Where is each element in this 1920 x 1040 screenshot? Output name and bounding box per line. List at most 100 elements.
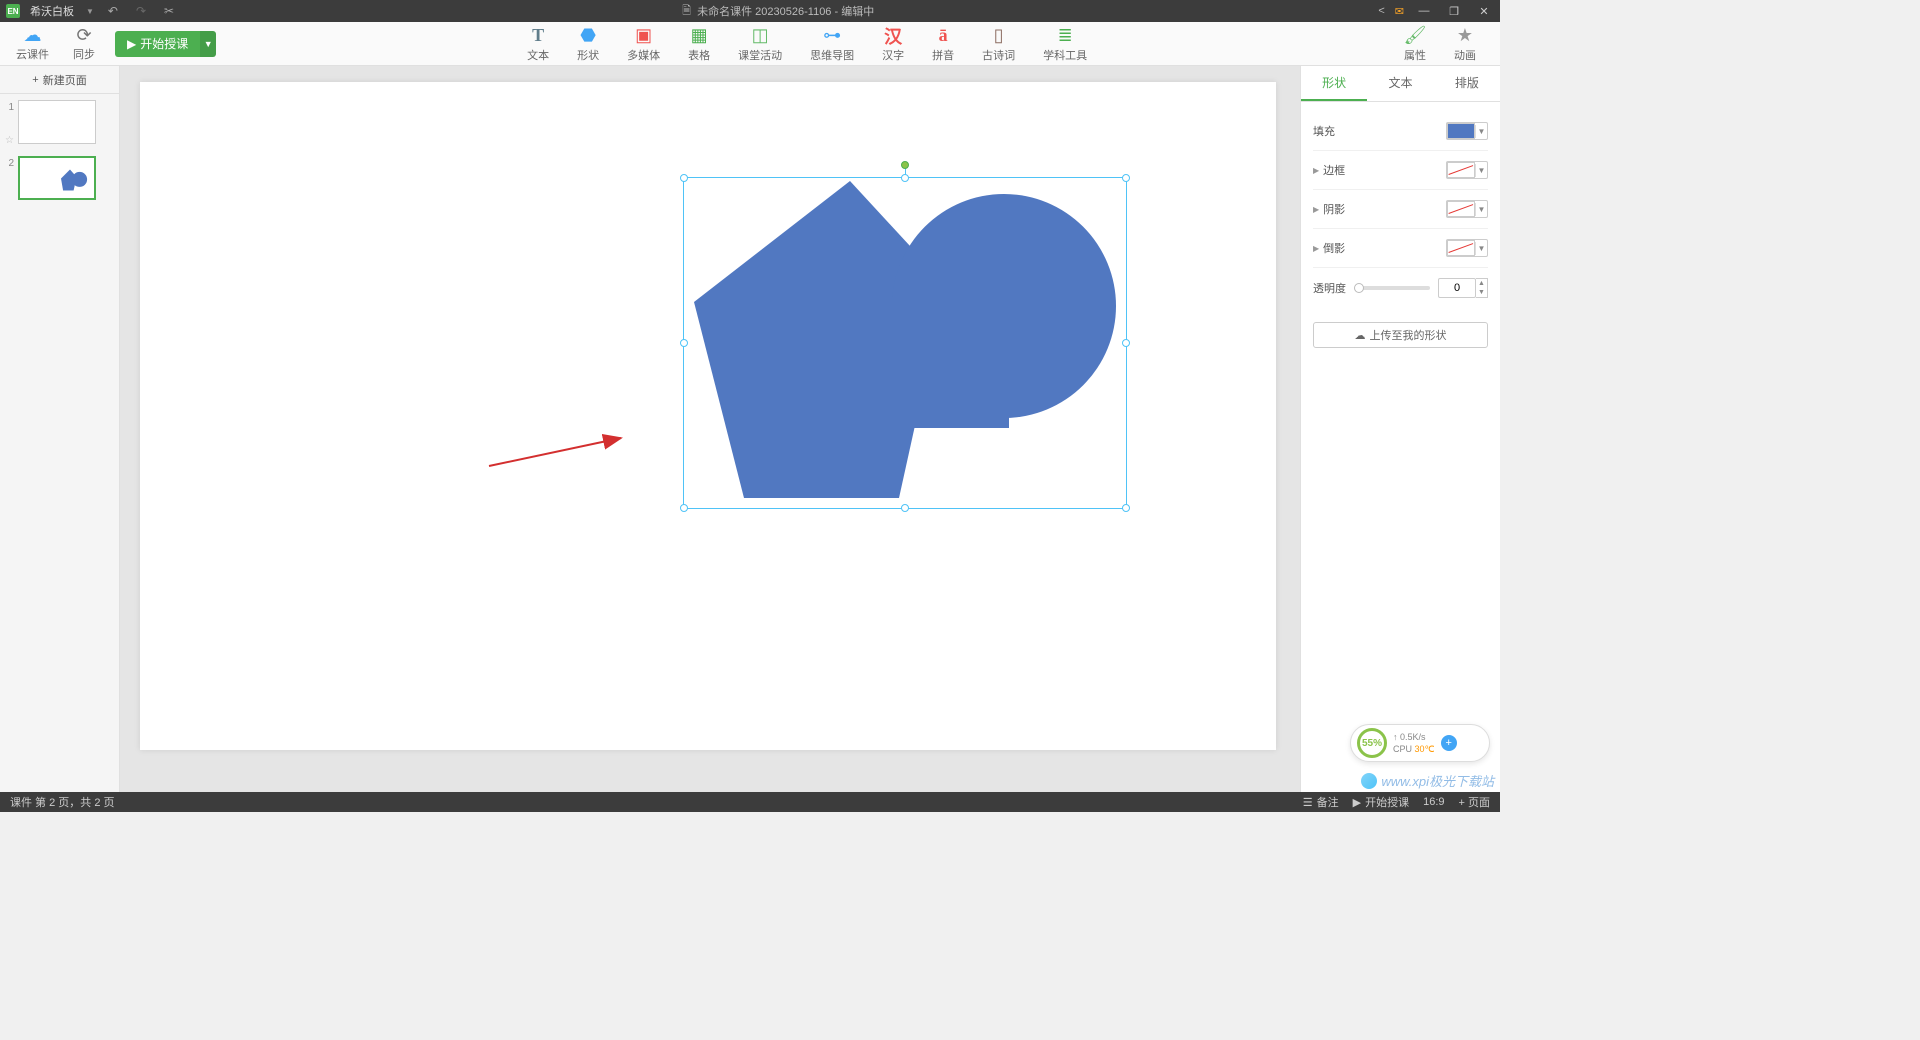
cpu-percent-gauge: 55% — [1357, 728, 1387, 758]
tool-hanzi[interactable]: 汉汉字 — [868, 23, 918, 65]
shape-selection-box[interactable] — [683, 177, 1127, 509]
document-title: 🗎 未命名课件 20230526-1106 - 编辑中 — [178, 2, 1378, 21]
slider-thumb[interactable] — [1354, 283, 1364, 293]
tool-pinyin[interactable]: ā拼音 — [918, 23, 968, 65]
chevron-right-icon: ▶ — [1313, 166, 1319, 175]
upload-shape-label: 上传至我的形状 — [1370, 327, 1447, 343]
chevron-down-icon[interactable]: ▼ — [1476, 288, 1487, 297]
sysmon-plus-button[interactable]: + — [1441, 735, 1457, 751]
ribbon-toolbar: ☁ 云课件 ⟳ 同步 ▶ 开始授课 ▼ T文本 ⬣形状 ▣多媒体 ▦表格 ◫课堂… — [0, 22, 1500, 66]
start-label: 开始授课 — [1365, 794, 1409, 810]
slide-thumbnail-2[interactable]: 2 — [4, 156, 115, 200]
app-name: 希沃白板 — [30, 3, 74, 19]
cut-icon[interactable]: ✂ — [160, 4, 178, 18]
tool-mindmap[interactable]: ⊶思维导图 — [796, 23, 868, 65]
ribbon-attr-button[interactable]: 🖌属性 — [1390, 23, 1440, 65]
title-bar: EN 希沃白板 ▼ ↶ ↷ ✂ 🗎 未命名课件 20230526-1106 - … — [0, 0, 1500, 22]
ribbon-anim-button[interactable]: ★动画 — [1440, 23, 1490, 65]
fill-color-picker[interactable]: ▼ — [1446, 122, 1488, 140]
opacity-input[interactable] — [1438, 278, 1476, 298]
canvas-area[interactable] — [120, 66, 1300, 792]
fill-swatch — [1447, 123, 1475, 139]
slide-number: 2 — [4, 156, 14, 169]
tool-label: 课堂活动 — [738, 47, 782, 63]
aspect-ratio-button[interactable]: 16:9 — [1423, 796, 1444, 808]
reflection-swatch — [1447, 240, 1475, 256]
slide-canvas[interactable] — [140, 82, 1276, 750]
new-page-label: 新建页面 — [43, 72, 87, 88]
system-monitor-widget[interactable]: 55% ↑ 0.5K/s CPU 30℃ + — [1350, 724, 1490, 762]
rotation-handle[interactable] — [901, 161, 909, 169]
tool-activity[interactable]: ◫课堂活动 — [724, 23, 796, 65]
chevron-down-icon: ▼ — [1475, 125, 1487, 138]
undo-icon[interactable]: ↶ — [104, 4, 122, 18]
tool-table[interactable]: ▦表格 — [674, 23, 724, 65]
tab-text[interactable]: 文本 — [1367, 66, 1433, 101]
upload-shape-button[interactable]: ☁ 上传至我的形状 — [1313, 322, 1488, 348]
minimize-button[interactable]: — — [1414, 5, 1434, 17]
add-page-button[interactable]: + 页面 — [1459, 794, 1490, 810]
chevron-up-icon[interactable]: ▲ — [1476, 279, 1487, 288]
start-lesson-button[interactable]: ▶ 开始授课 — [115, 31, 200, 57]
cpu-temp: 30℃ — [1415, 744, 1435, 754]
resize-handle-sw[interactable] — [680, 504, 688, 512]
tool-label: 表格 — [688, 47, 710, 63]
share-icon[interactable]: < — [1378, 5, 1384, 17]
new-page-button[interactable]: + 新建页面 — [0, 66, 119, 94]
document-icon: 🗎 — [682, 2, 691, 21]
combined-shape[interactable] — [684, 178, 1128, 510]
fill-label: 填充 — [1313, 123, 1335, 139]
prop-border[interactable]: ▶ 边框 ▼ — [1313, 151, 1488, 190]
play-icon: ▶ — [127, 37, 136, 51]
net-speed: 0.5K/s — [1400, 732, 1426, 742]
resize-handle-n[interactable] — [901, 174, 909, 182]
border-label: 边框 — [1323, 162, 1345, 178]
system-stats: ↑ 0.5K/s CPU 30℃ — [1393, 731, 1435, 755]
prop-reflection[interactable]: ▶倒影 ▼ — [1313, 229, 1488, 268]
opacity-stepper[interactable]: ▲▼ — [1476, 278, 1488, 298]
opacity-slider[interactable] — [1356, 286, 1430, 290]
tool-text[interactable]: T文本 — [513, 23, 563, 65]
tool-poem[interactable]: ▯古诗词 — [968, 23, 1029, 65]
prop-shadow[interactable]: ▶阴影 ▼ — [1313, 190, 1488, 229]
remark-button[interactable]: ☰备注 — [1303, 794, 1339, 810]
tool-media[interactable]: ▣多媒体 — [613, 23, 674, 65]
pinyin-icon: ā — [932, 25, 954, 47]
sync-button[interactable]: ⟳ 同步 — [61, 22, 107, 66]
tool-label: 多媒体 — [627, 47, 660, 63]
app-logo-icon: EN — [6, 4, 20, 18]
reflection-color-picker[interactable]: ▼ — [1446, 239, 1488, 257]
close-button[interactable]: ✕ — [1474, 5, 1494, 18]
tool-subject[interactable]: ≣学科工具 — [1029, 23, 1101, 65]
slide-thumbnail-1[interactable]: 1 ☆ — [4, 100, 115, 146]
tab-shape[interactable]: 形状 — [1301, 66, 1367, 101]
maximize-button[interactable]: ❐ — [1444, 5, 1464, 18]
tool-shape[interactable]: ⬣形状 — [563, 23, 613, 65]
shadow-color-picker[interactable]: ▼ — [1446, 200, 1488, 218]
start-lesson-label: 开始授课 — [140, 35, 188, 52]
slide-preview — [18, 100, 96, 144]
start-lesson-dropdown[interactable]: ▼ — [200, 31, 216, 57]
start-lesson-status-button[interactable]: ▶ 开始授课 — [1353, 794, 1409, 810]
app-menu-caret-icon[interactable]: ▼ — [86, 7, 94, 16]
resize-handle-s[interactable] — [901, 504, 909, 512]
border-color-picker[interactable]: ▼ — [1446, 161, 1488, 179]
cpu-label: CPU — [1393, 744, 1412, 754]
resize-handle-ne[interactable] — [1122, 174, 1130, 182]
table-icon: ▦ — [688, 25, 710, 47]
tab-layout[interactable]: 排版 — [1434, 66, 1500, 101]
mail-icon[interactable]: ✉ — [1395, 5, 1404, 18]
resize-handle-e[interactable] — [1122, 339, 1130, 347]
resize-handle-nw[interactable] — [680, 174, 688, 182]
redo-icon[interactable]: ↷ — [132, 4, 150, 18]
activity-icon: ◫ — [749, 25, 771, 47]
play-icon: ▶ — [1353, 796, 1361, 809]
hanzi-icon: 汉 — [882, 25, 904, 47]
cloud-courseware-button[interactable]: ☁ 云课件 — [4, 22, 61, 66]
status-bar: 课件 第 2 页，共 2 页 ☰备注 ▶开始授课 16:9 + 页面 — [0, 792, 1500, 812]
resize-handle-w[interactable] — [680, 339, 688, 347]
chevron-right-icon: ▶ — [1313, 244, 1319, 253]
main-area: + 新建页面 1 ☆ 2 — [0, 66, 1500, 792]
star-icon: ☆ — [4, 133, 14, 146]
resize-handle-se[interactable] — [1122, 504, 1130, 512]
